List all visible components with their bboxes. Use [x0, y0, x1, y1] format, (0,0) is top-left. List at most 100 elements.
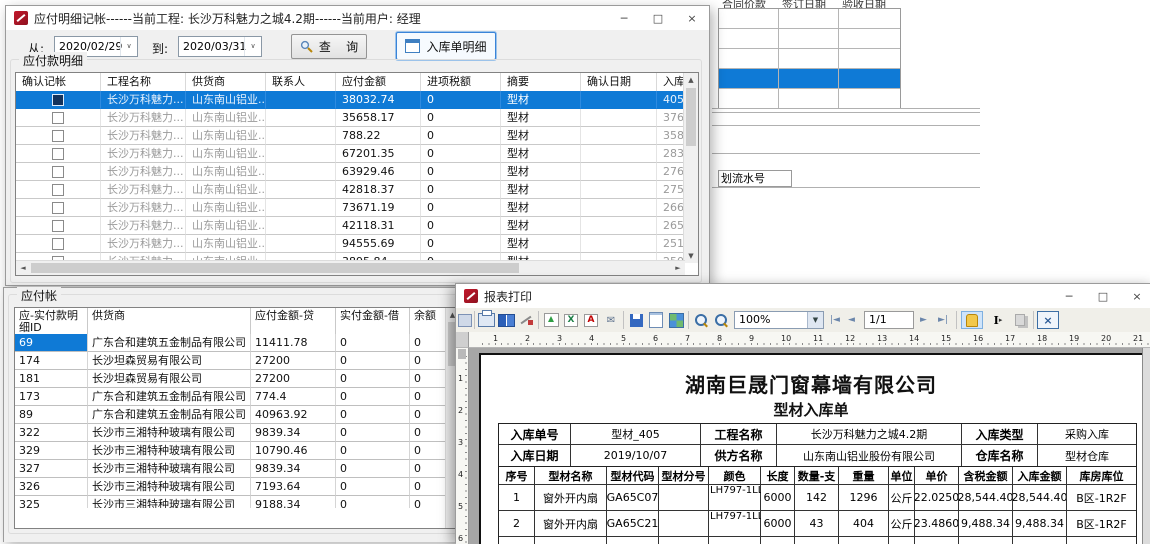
table-row[interactable]: [719, 89, 900, 108]
confirm-checkbox[interactable]: [52, 112, 64, 124]
table-row[interactable]: 长沙万科魅力...山东南山铝业...35658.170型材376: [16, 109, 685, 127]
table-row[interactable]: 173广东合和建筑五金制品有限公司774.400: [15, 388, 448, 406]
id-cell[interactable]: 327: [15, 460, 88, 478]
to-date-combobox[interactable]: 2020/03/31 ∨: [178, 36, 262, 57]
column-header[interactable]: 应-实付款明细ID: [15, 308, 88, 334]
horizontal-scrollbar[interactable]: ◄ ►: [16, 260, 685, 275]
checkbox-cell[interactable]: [16, 199, 101, 217]
export-excel-icon[interactable]: X: [562, 311, 580, 329]
chevron-down-icon[interactable]: ▼: [807, 312, 823, 328]
column-header[interactable]: 确认日期: [581, 73, 657, 91]
chevron-down-icon[interactable]: ∨: [244, 37, 261, 56]
text-select-tool-icon[interactable]: I▸: [987, 311, 1009, 329]
inbound-detail-button[interactable]: 入库单明细: [396, 32, 496, 60]
column-header[interactable]: 供货商: [186, 73, 266, 91]
minimize-button[interactable]: ─: [607, 6, 641, 30]
save-icon[interactable]: [627, 311, 645, 329]
next-page-button[interactable]: ►: [920, 314, 927, 326]
first-page-button[interactable]: |◄: [830, 314, 840, 326]
table-row[interactable]: [719, 9, 900, 29]
maximize-button[interactable]: □: [1086, 284, 1120, 308]
table-row[interactable]: 长沙万科魅力...山东南山铝业...67201.350型材283: [16, 145, 685, 163]
scrollbar-thumb[interactable]: [31, 263, 519, 273]
column-header[interactable]: 摘要: [501, 73, 581, 91]
vertical-scrollbar[interactable]: ▲ ▼: [683, 73, 698, 263]
confirm-checkbox[interactable]: [52, 166, 64, 178]
confirm-checkbox[interactable]: [52, 130, 64, 142]
checkbox-cell[interactable]: [16, 235, 101, 253]
zoom-in-icon[interactable]: [692, 311, 710, 329]
checkbox-cell[interactable]: [16, 145, 101, 163]
id-cell[interactable]: 181: [15, 370, 88, 388]
confirm-checkbox[interactable]: [52, 184, 64, 196]
confirm-checkbox[interactable]: [52, 238, 64, 250]
column-header[interactable]: 确认记帐: [16, 73, 101, 91]
table-row[interactable]: 329长沙市三湘特种玻璃有限公司10790.4600: [15, 442, 448, 460]
table-row[interactable]: 174长沙坦森贸易有限公司2720000: [15, 352, 448, 370]
column-header[interactable]: 入库: [657, 73, 685, 91]
print-preview-area[interactable]: 湖南巨晟门窗幕墙有限公司 型材入库单 入库单号型材_405工程名称长沙万科魅力之…: [469, 348, 1150, 544]
id-cell[interactable]: 325: [15, 496, 88, 508]
page-number-input[interactable]: 1/1: [864, 311, 914, 329]
id-cell[interactable]: 322: [15, 424, 88, 442]
id-cell[interactable]: 173: [15, 388, 88, 406]
table-row[interactable]: 89广东合和建筑五金制品有限公司40963.9200: [15, 406, 448, 424]
export-icon[interactable]: [542, 311, 560, 329]
table-row[interactable]: 长沙万科魅力...山东南山铝业...94555.690型材251: [16, 235, 685, 253]
book-icon[interactable]: [497, 311, 515, 329]
last-page-button[interactable]: ►|: [938, 314, 948, 326]
column-header[interactable]: 应付金额: [336, 73, 421, 91]
table-row[interactable]: 326长沙市三湘特种玻璃有限公司7193.6400: [15, 478, 448, 496]
zoom-out-icon[interactable]: [712, 311, 730, 329]
w3-titlebar[interactable]: 报表打印 ─ □ ×: [456, 284, 1150, 309]
close-preview-icon[interactable]: ×: [1037, 311, 1059, 329]
table-row[interactable]: [719, 49, 900, 69]
export-pdf-icon[interactable]: A: [582, 311, 600, 329]
column-header[interactable]: 合同价款: [718, 0, 778, 8]
table-row[interactable]: 327长沙市三湘特种玻璃有限公司9839.3400: [15, 460, 448, 478]
chevron-down-icon[interactable]: ∨: [120, 37, 137, 56]
confirm-checkbox[interactable]: [52, 148, 64, 160]
confirm-checkbox[interactable]: [52, 94, 64, 106]
checkbox-cell[interactable]: [16, 163, 101, 181]
copy-tool-icon[interactable]: [1009, 311, 1031, 329]
column-header[interactable]: 工程名称: [101, 73, 186, 91]
confirm-checkbox[interactable]: [52, 220, 64, 232]
minimize-button[interactable]: ─: [1052, 284, 1086, 308]
scroll-down-icon[interactable]: ▼: [684, 249, 698, 263]
column-header[interactable]: 供货商: [88, 308, 251, 334]
checkbox-cell[interactable]: [16, 127, 101, 145]
panel-toggle-icon[interactable]: [456, 311, 474, 329]
print-icon[interactable]: [477, 311, 495, 329]
column-header[interactable]: 实付金额-借: [336, 308, 410, 334]
table-row[interactable]: 长沙万科魅力...山东南山铝业...73671.190型材266: [16, 199, 685, 217]
checkbox-cell[interactable]: [16, 217, 101, 235]
scroll-up-icon[interactable]: ▲: [684, 73, 698, 87]
zoom-level-combobox[interactable]: 100% ▼: [734, 311, 824, 329]
close-button[interactable]: ×: [675, 6, 709, 30]
column-header[interactable]: 签订日期: [778, 0, 838, 8]
scroll-right-icon[interactable]: ►: [671, 261, 685, 275]
table-row[interactable]: 长沙万科魅力...山东南山铝业...42818.370型材275: [16, 181, 685, 199]
column-header[interactable]: 验收日期: [838, 0, 898, 8]
table-row[interactable]: 长沙万科魅力...山东南山铝业...42118.310型材265: [16, 217, 685, 235]
w1-titlebar[interactable]: 应付明细记帐------当前工程: 长沙万科魅力之城4.2期------当前用户…: [6, 6, 709, 30]
table-row[interactable]: 325长沙市三湘特种玻璃有限公司9188.3400: [15, 496, 448, 508]
table-row[interactable]: 长沙万科魅力...山东南山铝业...788.220型材358: [16, 127, 685, 145]
prev-page-button[interactable]: ◄: [848, 314, 855, 326]
confirm-checkbox[interactable]: [52, 202, 64, 214]
query-button[interactable]: 查 询: [291, 34, 367, 59]
checkbox-cell[interactable]: [16, 181, 101, 199]
maximize-button[interactable]: □: [641, 6, 675, 30]
email-icon[interactable]: ✉: [602, 311, 620, 329]
scroll-left-icon[interactable]: ◄: [16, 261, 30, 275]
table-row[interactable]: 69广东合和建筑五金制品有限公司11411.7800: [15, 334, 448, 352]
column-header[interactable]: 应付金额-贷: [251, 308, 336, 334]
id-cell[interactable]: 89: [15, 406, 88, 424]
document-icon[interactable]: [647, 311, 665, 329]
id-cell[interactable]: 69: [15, 334, 88, 352]
table-row[interactable]: [719, 69, 900, 89]
column-header[interactable]: 进项税额: [421, 73, 501, 91]
table-row[interactable]: 长沙万科魅力...山东南山铝业...63929.460型材276: [16, 163, 685, 181]
scrollbar-thumb[interactable]: [686, 88, 696, 146]
